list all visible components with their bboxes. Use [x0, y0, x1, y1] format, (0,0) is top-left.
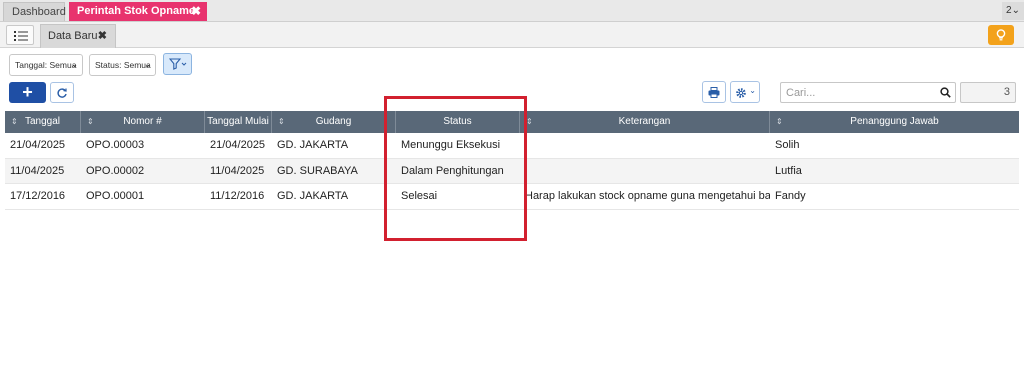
print-button[interactable] — [702, 81, 726, 103]
filter-label: Status: Semua — [95, 60, 151, 70]
cell-tanggal: 21/04/2025 — [10, 139, 66, 151]
column-header-label: Penanggung Jawab — [850, 116, 939, 127]
column-header-nomor[interactable]: ⇕ Nomor # — [81, 111, 205, 133]
column-header-gudang[interactable]: ⇕ Gudang — [272, 111, 396, 133]
cell-penanggung-jawab: Lutfia — [775, 164, 802, 177]
cell-nomor: OPO.00001 — [86, 190, 145, 202]
tab-dashboard[interactable]: Dashboard — [3, 2, 66, 21]
cell-gudang: GD. JAKARTA — [277, 139, 349, 151]
column-header-label: Gudang — [315, 116, 352, 127]
tab-label: Perintah Stok Opname — [77, 5, 195, 17]
cell-keterangan — [520, 133, 770, 158]
column-header-label: Tanggal Mulai — [207, 116, 269, 127]
sort-icon: ⇕ — [278, 117, 285, 126]
tab-counter-dropdown[interactable]: 2⌄ — [1002, 2, 1024, 20]
filter-tanggal-dropdown[interactable]: Tanggal: Semua ⌄ — [9, 54, 83, 76]
tips-button[interactable] — [988, 25, 1014, 45]
cell-tanggal: 17/12/2016 — [10, 190, 66, 202]
chevron-down-icon: ⌄ — [749, 86, 756, 95]
cell-penanggung-jawab: Fandy — [775, 190, 806, 202]
gear-icon — [736, 88, 746, 98]
lightbulb-icon — [996, 29, 1006, 41]
chevron-down-icon: ⌄ — [71, 60, 78, 69]
column-header-tanggal[interactable]: ⇕ Tanggal — [5, 111, 81, 133]
refresh-button[interactable] — [50, 82, 74, 103]
sort-icon: ⇕ — [11, 117, 18, 126]
cell-nomor: OPO.00003 — [86, 139, 145, 151]
sort-icon: ⇕ — [526, 117, 533, 126]
column-header-label: Nomor # — [123, 116, 162, 127]
settings-dropdown-button[interactable]: ⌄ — [730, 81, 760, 103]
cell-tanggal-mulai: 21/04/2025 — [210, 139, 266, 151]
close-tab-icon[interactable]: ✖ — [191, 2, 201, 21]
status-column-highlight — [384, 96, 527, 241]
cell-tanggal-mulai: 11/12/2016 — [210, 190, 265, 202]
refresh-icon — [57, 88, 67, 98]
sub-tab-bar: Data Baru ✖ — [0, 22, 1024, 48]
filter-icon — [169, 58, 187, 70]
sort-icon: ⇕ — [776, 117, 783, 126]
column-header-label: Tanggal — [24, 116, 61, 127]
list-menu-button[interactable] — [6, 25, 34, 45]
chevron-down-icon: ⌄ — [144, 60, 151, 69]
cell-nomor: OPO.00002 — [86, 164, 145, 177]
list-icon — [14, 31, 28, 41]
tab-perintah-stok-opname[interactable]: Perintah Stok Opname ✖ — [69, 2, 207, 21]
cell-keterangan — [520, 159, 770, 184]
search-icon[interactable] — [940, 87, 951, 98]
tab-label: Data Baru — [48, 30, 98, 42]
filter-label: Tanggal: Semua — [15, 60, 77, 70]
window-tab-bar: Dashboard Perintah Stok Opname ✖ 2⌄ — [0, 0, 1024, 22]
search-input[interactable] — [780, 82, 956, 103]
cell-keterangan: Harap lakukan stock opname guna mengetah… — [525, 190, 770, 202]
page-number-field[interactable]: 3 — [960, 82, 1016, 103]
sort-icon: ⇕ — [87, 117, 94, 126]
column-header-tanggal-mulai[interactable]: Tanggal Mulai — [205, 111, 272, 133]
close-tab-icon[interactable]: ✖ — [98, 25, 107, 47]
cell-penanggung-jawab: Solih — [775, 139, 800, 151]
tab-data-baru[interactable]: Data Baru ✖ — [40, 24, 116, 48]
cell-tanggal: 11/04/2025 — [10, 164, 65, 177]
column-header-label: Keterangan — [618, 116, 671, 127]
cell-gudang: GD. SURABAYA — [277, 164, 358, 177]
printer-icon — [708, 87, 720, 98]
cell-tanggal-mulai: 11/04/2025 — [210, 164, 265, 177]
column-header-keterangan[interactable]: ⇕ Keterangan — [520, 111, 770, 133]
column-header-penanggung-jawab[interactable]: ⇕ Penanggung Jawab — [770, 111, 1019, 133]
cell-gudang: GD. JAKARTA — [277, 190, 349, 202]
filter-status-dropdown[interactable]: Status: Semua ⌄ — [89, 54, 156, 76]
add-button[interactable]: + — [9, 82, 46, 103]
advanced-filter-button[interactable] — [163, 53, 192, 75]
